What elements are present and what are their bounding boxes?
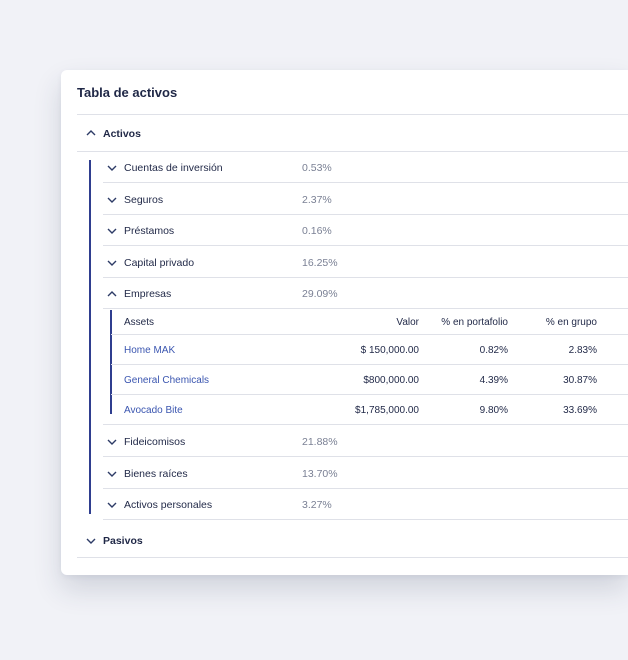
- category-row[interactable]: Fideicomisos 21.88%: [61, 426, 628, 457]
- empresas-subtable: Assets Valor % en portafolio % en grupo …: [61, 309, 628, 425]
- column-header-valor: Valor: [396, 317, 419, 328]
- asset-link[interactable]: General Chemicals: [124, 375, 209, 386]
- category-percent: 2.37%: [302, 193, 332, 206]
- category-percent: 13.70%: [302, 467, 338, 480]
- category-label: Préstamos: [124, 225, 175, 237]
- asset-valor: $800,000.00: [363, 375, 419, 386]
- section-activos-header[interactable]: Activos: [77, 115, 628, 151]
- category-label: Fideicomisos: [124, 436, 186, 448]
- column-header-assets: Assets: [124, 317, 155, 328]
- category-percent: 16.25%: [302, 256, 338, 269]
- table-row: Home MAK $ 150,000.00 0.82% 2.83%: [61, 335, 628, 365]
- asset-portfolio-pct: 4.39%: [479, 375, 508, 386]
- asset-portfolio-pct: 0.82%: [479, 345, 508, 356]
- chevron-down-icon: [106, 258, 118, 268]
- column-header-grupo: % en grupo: [545, 317, 597, 328]
- category-percent: 0.53%: [302, 162, 332, 174]
- asset-valor: $ 150,000.00: [360, 345, 419, 356]
- asset-valor: $1,785,000.00: [355, 405, 419, 416]
- category-label: Cuentas de inversión: [124, 162, 223, 174]
- asset-link[interactable]: Home MAK: [124, 345, 175, 356]
- asset-group-pct: 2.83%: [568, 345, 597, 356]
- asset-group-pct: 33.69%: [563, 405, 597, 416]
- chevron-down-icon: [106, 163, 118, 173]
- table-row: Avocado Bite $1,785,000.00 9.80% 33.69%: [61, 395, 628, 425]
- chevron-down-icon: [85, 536, 97, 546]
- category-row-empresas[interactable]: Empresas 29.09%: [61, 278, 628, 309]
- section-label: Activos: [103, 128, 141, 140]
- asset-group-pct: 30.87%: [563, 375, 597, 386]
- category-row[interactable]: Cuentas de inversión 0.53%: [61, 152, 628, 183]
- category-label: Seguros: [124, 193, 164, 206]
- category-percent: 29.09%: [302, 288, 338, 300]
- category-row[interactable]: Préstamos 0.16%: [61, 215, 628, 246]
- divider: [103, 519, 628, 520]
- category-percent: 21.88%: [302, 436, 338, 448]
- chevron-up-icon: [106, 289, 118, 299]
- chevron-down-icon: [106, 226, 118, 236]
- chevron-down-icon: [106, 469, 118, 479]
- chevron-down-icon: [106, 195, 118, 205]
- category-row[interactable]: Bienes raíces 13.70%: [61, 458, 628, 489]
- asset-table-card: Tabla de activos Activos Cuentas de inve…: [61, 70, 628, 575]
- section-pasivos-header[interactable]: Pasivos: [77, 522, 628, 558]
- chevron-up-icon: [85, 128, 97, 138]
- subtable-header: Assets Valor % en portafolio % en grupo: [61, 309, 628, 335]
- section-label: Pasivos: [103, 535, 143, 547]
- table-row: General Chemicals $800,000.00 4.39% 30.8…: [61, 365, 628, 395]
- category-label: Activos personales: [124, 499, 213, 511]
- chevron-down-icon: [106, 500, 118, 510]
- divider: [77, 557, 628, 558]
- divider: [103, 424, 628, 425]
- category-row[interactable]: Activos personales 3.27%: [61, 489, 628, 520]
- category-label: Bienes raíces: [124, 467, 188, 480]
- card-title: Tabla de activos: [77, 85, 178, 100]
- category-percent: 3.27%: [302, 499, 332, 511]
- asset-portfolio-pct: 9.80%: [479, 405, 508, 416]
- category-label: Empresas: [124, 288, 172, 300]
- column-header-portfolio: % en portafolio: [441, 317, 508, 328]
- category-label: Capital privado: [124, 256, 195, 269]
- chevron-down-icon: [106, 437, 118, 447]
- category-percent: 0.16%: [302, 225, 332, 237]
- category-row[interactable]: Seguros 2.37%: [61, 184, 628, 215]
- category-row[interactable]: Capital privado 16.25%: [61, 247, 628, 278]
- asset-link[interactable]: Avocado Bite: [124, 405, 183, 416]
